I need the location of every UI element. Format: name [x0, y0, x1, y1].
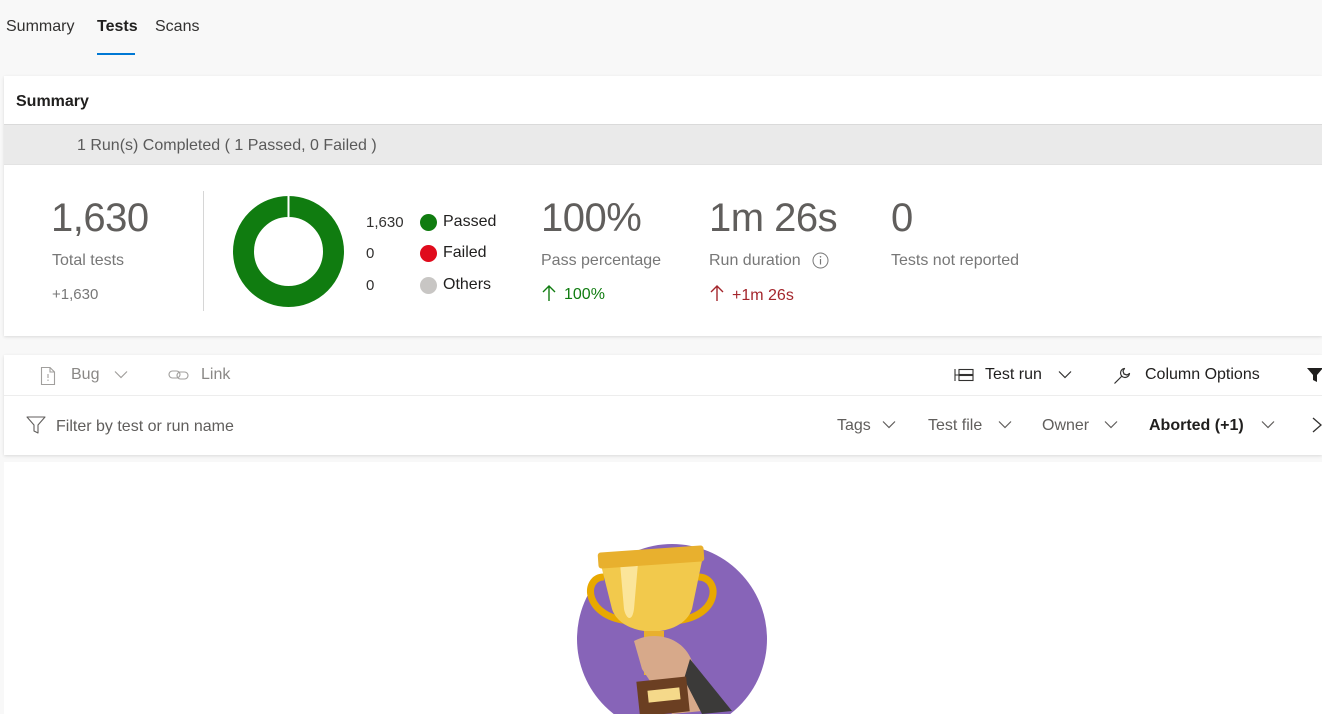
group-by-icon	[954, 368, 974, 382]
bug-button[interactable]: Bug	[71, 366, 99, 384]
metric-divider	[203, 191, 204, 311]
legend-passed-count: 1,630	[366, 214, 404, 231]
chevron-down-icon[interactable]	[1261, 420, 1275, 429]
legend-failed-label: Failed	[443, 244, 487, 261]
funnel-filled-icon[interactable]	[1306, 367, 1322, 383]
outcome-filter[interactable]: Aborted (+1)	[1149, 417, 1244, 435]
chevron-down-icon[interactable]	[1058, 370, 1072, 379]
total-tests-value: 1,630	[51, 196, 149, 240]
chevron-down-icon[interactable]	[1104, 420, 1118, 429]
wrench-icon	[1114, 367, 1131, 384]
chevron-down-icon[interactable]	[998, 420, 1012, 429]
pass-percentage-value: 100%	[541, 196, 642, 240]
donut-passed-segment	[233, 196, 344, 307]
tab-scans[interactable]: Scans	[155, 18, 199, 36]
active-tab-indicator	[97, 53, 135, 55]
total-tests-delta: +1,630	[52, 286, 99, 303]
run-duration-label: Run duration	[709, 252, 801, 269]
run-status-banner: 1 Run(s) Completed ( 1 Passed, 0 Failed …	[4, 124, 1322, 165]
close-icon[interactable]	[1312, 417, 1322, 433]
legend-others-label: Others	[443, 276, 492, 293]
run-status-text: 1 Run(s) Completed ( 1 Passed, 0 Failed …	[77, 137, 377, 154]
summary-title: Summary	[16, 93, 89, 110]
total-tests-label: Total tests	[52, 252, 125, 269]
arrow-up-icon	[542, 285, 556, 301]
legend-failed-dot	[420, 245, 437, 262]
tags-filter[interactable]: Tags	[837, 417, 871, 435]
legend-passed-label: Passed	[443, 213, 497, 230]
run-duration-delta: +1m 26s	[732, 287, 794, 304]
outcome-donut-chart	[233, 195, 344, 307]
arrow-up-icon	[710, 285, 724, 301]
pivot-tabs: Summary Tests Scans	[0, 0, 1322, 60]
tab-summary[interactable]: Summary	[6, 18, 74, 36]
pass-percentage-delta: 100%	[564, 286, 605, 303]
results-toolbar-card: Bug Link Test run Column Options Filter …	[4, 355, 1322, 455]
not-reported-label: Tests not reported	[891, 252, 1020, 269]
chevron-down-icon[interactable]	[882, 420, 896, 429]
pass-percentage-label: Pass percentage	[541, 252, 662, 269]
legend-others-dot	[420, 277, 437, 294]
link-button[interactable]: Link	[201, 366, 230, 384]
link-icon	[168, 370, 189, 380]
info-icon[interactable]	[812, 252, 829, 269]
legend-passed-dot	[420, 214, 437, 231]
chevron-down-icon[interactable]	[114, 370, 128, 379]
filter-bar: Filter by test or run name Tags Test fil…	[4, 396, 1322, 455]
command-bar: Bug Link Test run Column Options	[4, 355, 1322, 396]
results-content	[4, 462, 1322, 714]
tab-tests[interactable]: Tests	[97, 18, 138, 36]
summary-card: Summary 1 Run(s) Completed ( 1 Passed, 0…	[4, 76, 1322, 336]
filter-search-input[interactable]: Filter by test or run name	[56, 418, 234, 436]
legend-failed-count: 0	[366, 245, 375, 262]
trophy-illustration	[577, 544, 767, 714]
legend-others-count: 0	[366, 277, 375, 294]
test-run-groupby-button[interactable]: Test run	[985, 366, 1042, 384]
test-file-filter[interactable]: Test file	[928, 417, 982, 435]
bug-icon	[40, 366, 56, 386]
column-options-button[interactable]: Column Options	[1145, 366, 1260, 384]
run-duration-value: 1m 26s	[709, 196, 838, 240]
not-reported-value: 0	[891, 196, 913, 240]
owner-filter[interactable]: Owner	[1042, 417, 1089, 435]
filter-icon	[26, 416, 46, 434]
